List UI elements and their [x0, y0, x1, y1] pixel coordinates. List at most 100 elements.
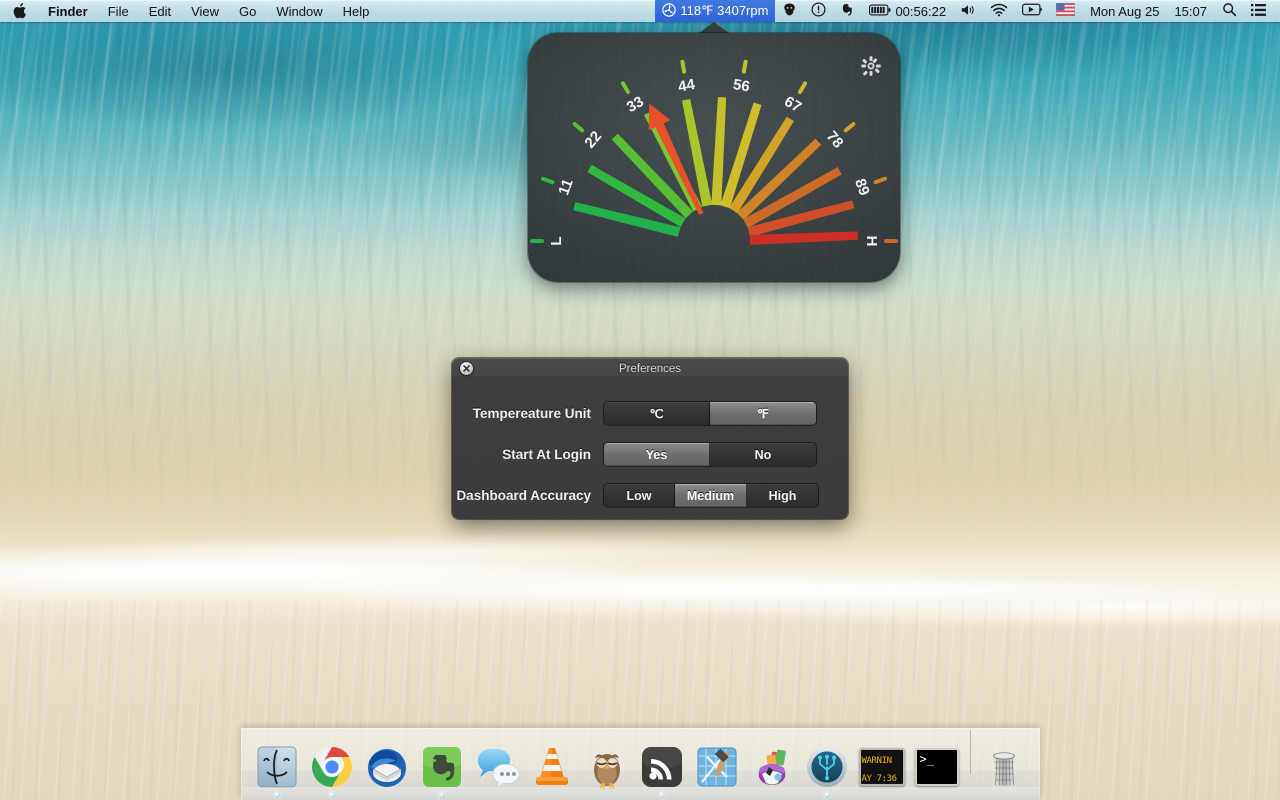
segmented-control-temperature-unit[interactable]: ℃ ℉ [604, 402, 816, 425]
sourcetree-icon [804, 744, 850, 790]
row-temperature-unit: Tempereature Unit ℃ ℉ [452, 393, 848, 434]
menu-bar: Finder File Edit View Go Window Help 118… [0, 0, 1280, 22]
led-screen: WARNIN AY 7:36 [859, 748, 905, 786]
gauge-tick [575, 124, 583, 130]
gauge-tick-label: 56 [732, 76, 751, 96]
owl-icon [584, 744, 630, 790]
gauge-tick [846, 124, 854, 130]
menu-help[interactable]: Help [333, 0, 380, 22]
gauge-tick-label: H [863, 236, 880, 247]
segmented-control-start-at-login[interactable]: Yes No [604, 443, 816, 466]
fan-gauge-popover: L1122334456677889H [528, 22, 900, 282]
segment-medium[interactable]: Medium [675, 484, 747, 507]
menu-app-name[interactable]: Finder [38, 0, 98, 22]
menu-file[interactable]: File [98, 0, 139, 22]
label-temperature-unit: Tempereature Unit [452, 406, 604, 421]
dock-shelf: WARNIN AY 7:36 >_ [241, 728, 1040, 800]
dock-item-evernote[interactable] [415, 728, 469, 790]
dock-item-vlc[interactable] [525, 728, 579, 790]
speaker-icon [960, 3, 976, 20]
label-dashboard-accuracy: Dashboard Accuracy [452, 488, 604, 503]
gauge-tick-label: 11 [555, 177, 576, 198]
menu-view[interactable]: View [181, 0, 229, 22]
menu-extra-alert[interactable] [804, 0, 833, 22]
segment-no[interactable]: No [710, 443, 816, 466]
segmented-control-dashboard-accuracy[interactable]: Low Medium High [604, 484, 818, 507]
dropbox-icon [782, 2, 797, 20]
menu-bar-time: 15:07 [1174, 4, 1207, 19]
battery-time-text: 00:56:22 [895, 4, 946, 19]
led-line-1: WARNIN [861, 756, 892, 766]
dock-item-trash[interactable] [977, 728, 1031, 790]
finder-icon [254, 744, 300, 790]
row-start-at-login: Start At Login Yes No [452, 434, 848, 475]
dock-item-finder[interactable] [250, 728, 304, 790]
led-line-2: AY 7:36 [861, 774, 897, 784]
dock-item-thunderbird[interactable] [360, 728, 414, 790]
dock-item-sourcetree[interactable] [800, 728, 854, 790]
dock-item-xcode[interactable] [690, 728, 744, 790]
running-indicator [329, 792, 335, 798]
segment-yes[interactable]: Yes [604, 443, 710, 466]
wifi-icon [990, 3, 1008, 20]
dock-item-rss-reader[interactable] [635, 728, 689, 790]
menu-extra-input-flag[interactable] [1049, 0, 1082, 22]
dock-item-messages[interactable] [470, 728, 524, 790]
gauge-blade [711, 97, 726, 205]
preferences-rows: Tempereature Unit ℃ ℉ Start At Login Yes… [452, 379, 848, 516]
gauge-tick-label: 22 [581, 128, 605, 152]
running-indicator [439, 792, 445, 798]
menu-extra-wifi[interactable] [983, 0, 1015, 22]
gear-icon[interactable] [860, 55, 882, 77]
preferences-titlebar: Preferences [452, 358, 848, 379]
label-start-at-login: Start At Login [452, 447, 604, 462]
dock-item-mouse-prefs[interactable] [745, 728, 799, 790]
trash-icon [981, 744, 1027, 790]
dock-item-owl-app[interactable] [580, 728, 634, 790]
gauge-tick [682, 62, 684, 72]
menu-extra-dropbox[interactable] [775, 0, 804, 22]
menu-extra-evernote[interactable] [833, 0, 862, 22]
gauge-tick-label: 44 [677, 76, 697, 96]
gauge-tick-label: 89 [851, 176, 873, 197]
gauge-tick [543, 179, 552, 182]
thunderbird-icon [364, 744, 410, 790]
dock: WARNIN AY 7:36 >_ [0, 724, 1280, 800]
menu-extra-battery[interactable]: 00:56:22 [862, 0, 953, 22]
segment-celsius[interactable]: ℃ [604, 402, 710, 425]
segment-high[interactable]: High [747, 484, 818, 507]
menu-extra-display[interactable] [1015, 0, 1049, 22]
spotlight-search-button[interactable] [1215, 0, 1244, 22]
gauge-tick-label: 67 [781, 93, 804, 116]
dock-item-terminal[interactable]: >_ [910, 728, 964, 790]
dock-item-chrome[interactable] [305, 728, 359, 790]
vlc-cone-icon [529, 744, 575, 790]
row-dashboard-accuracy: Dashboard Accuracy Low Medium High [452, 475, 848, 516]
menu-window[interactable]: Window [266, 0, 332, 22]
gauge-tick [744, 62, 746, 72]
menu-go[interactable]: Go [229, 0, 266, 22]
menu-edit[interactable]: Edit [139, 0, 181, 22]
segment-fahrenheit[interactable]: ℉ [710, 402, 816, 425]
chrome-icon [309, 744, 355, 790]
mouse-icon [749, 744, 795, 790]
menu-extra-fan-status[interactable]: 118℉ 3407rpm [655, 0, 775, 22]
menu-bar-left: Finder File Edit View Go Window Help [0, 0, 379, 22]
gauge-tick [876, 179, 885, 182]
running-indicator [659, 792, 665, 798]
notification-center-button[interactable] [1244, 0, 1274, 22]
rss-icon [639, 744, 685, 790]
popover-body: L1122334456677889H [528, 33, 900, 282]
running-indicator [824, 792, 830, 798]
menu-bar-clock[interactable]: Mon Aug 25 15:07 [1082, 0, 1215, 22]
segment-low[interactable]: Low [604, 484, 675, 507]
close-icon[interactable] [460, 362, 473, 375]
display-eject-icon [1022, 3, 1042, 19]
running-indicator [274, 792, 280, 798]
evernote-icon [419, 744, 465, 790]
exclamation-circle-icon [811, 2, 826, 20]
gauge-tick [623, 83, 628, 92]
apple-logo-icon[interactable] [0, 0, 38, 22]
dock-item-led-clock[interactable]: WARNIN AY 7:36 [855, 728, 909, 790]
menu-extra-volume[interactable] [953, 0, 983, 22]
